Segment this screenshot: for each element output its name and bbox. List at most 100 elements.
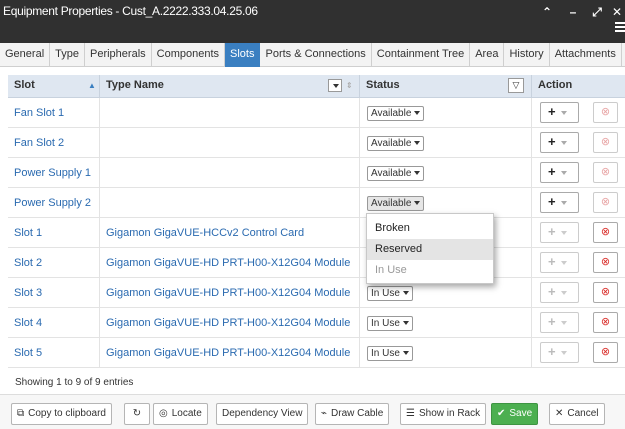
tab-type[interactable]: Type (50, 43, 85, 67)
type-name-link[interactable] (100, 158, 360, 188)
add-action-button[interactable]: + (540, 342, 579, 363)
type-name-link[interactable] (100, 188, 360, 218)
locate-button[interactable]: ◎ Locate (153, 403, 208, 425)
status-select-label: In Use (371, 288, 400, 299)
slot-name-link[interactable]: Slot 3 (8, 278, 100, 308)
table-row[interactable]: Slot 5 Gigamon GigaVUE-HD PRT-H00-X12G04 … (8, 338, 625, 368)
remove-circle-icon: ⊗ (600, 286, 611, 298)
refresh-button[interactable]: ↻ (124, 403, 150, 425)
column-menu-icon[interactable] (328, 79, 342, 92)
slot-name-link[interactable]: Slot 5 (8, 338, 100, 368)
caret-down-icon (414, 201, 421, 206)
table-row[interactable]: Fan Slot 2 Available + ⊗ (8, 128, 625, 158)
dependency-view-button[interactable]: Dependency View (216, 403, 309, 425)
delete-slot-button[interactable]: ⊗ (593, 312, 618, 333)
plus-icon: + (548, 284, 556, 299)
tab-slots[interactable]: Slots (225, 43, 261, 67)
add-action-button[interactable]: + (540, 192, 579, 213)
rack-icon: ☰ (406, 408, 415, 419)
tab-containment-tree[interactable]: Containment Tree (372, 43, 471, 67)
delete-slot-button[interactable]: ⊗ (593, 132, 618, 153)
delete-slot-button[interactable]: ⊗ (593, 192, 618, 213)
table-row[interactable]: Slot 1 Gigamon GigaVUE-HCCv2 Control Card… (8, 218, 625, 248)
draw-cable-button[interactable]: ⌁ Draw Cable (315, 403, 390, 425)
close-icon[interactable]: ✕ (610, 5, 624, 19)
status-select[interactable]: In Use (367, 286, 413, 301)
type-name-link[interactable] (100, 128, 360, 158)
add-action-button[interactable]: + (540, 312, 579, 333)
table-row[interactable]: Power Supply 1 Available + ⊗ (8, 158, 625, 188)
type-name-link[interactable]: Gigamon GigaVUE-HD PRT-H00-X12G04 Module (100, 308, 360, 338)
status-select[interactable]: In Use (367, 316, 413, 331)
add-action-button[interactable]: + (540, 252, 579, 273)
sort-both-icon[interactable]: ⇕ (346, 75, 353, 96)
status-select[interactable]: Available (367, 106, 425, 121)
remove-circle-icon: ⊗ (600, 256, 611, 268)
sort-asc-icon[interactable]: ▲ (88, 75, 96, 96)
type-name-link[interactable]: Gigamon GigaVUE-HCCv2 Control Card (100, 218, 360, 248)
minimize-icon[interactable]: – (566, 5, 580, 19)
header-status[interactable]: Status ▽ (360, 75, 532, 98)
caret-down-icon (414, 111, 421, 116)
header-slot[interactable]: Slot ▲ (8, 75, 100, 98)
slot-name-link[interactable]: Slot 1 (8, 218, 100, 248)
cable-icon: ⌁ (321, 408, 328, 419)
slot-name-link[interactable]: Power Supply 2 (8, 188, 100, 218)
chevron-up-icon[interactable]: ⌃ (540, 5, 554, 19)
add-action-button[interactable]: + (540, 102, 579, 123)
type-name-link[interactable] (100, 98, 360, 128)
caret-down-icon (560, 170, 567, 175)
slot-name-link[interactable]: Slot 2 (8, 248, 100, 278)
table-row[interactable]: Slot 4 Gigamon GigaVUE-HD PRT-H00-X12G04 … (8, 308, 625, 338)
tab-ports-connections[interactable]: Ports & Connections (260, 43, 372, 67)
delete-slot-button[interactable]: ⊗ (593, 252, 618, 273)
delete-slot-button[interactable]: ⊗ (593, 222, 618, 243)
status-select[interactable]: Available (367, 136, 425, 151)
caret-down-icon (560, 320, 567, 325)
add-action-button[interactable]: + (540, 162, 579, 183)
delete-slot-button[interactable]: ⊗ (593, 282, 618, 303)
status-dropdown-menu: Broken Reserved In Use (366, 213, 494, 284)
table-row[interactable]: Slot 3 Gigamon GigaVUE-HD PRT-H00-X12G04 … (8, 278, 625, 308)
status-select-label: Available (371, 198, 412, 209)
status-option-broken[interactable]: Broken (367, 218, 493, 239)
tab-attachments[interactable]: Attachments (550, 43, 622, 67)
header-type-name[interactable]: Type Name ⇕ (100, 75, 360, 98)
add-action-button[interactable]: + (540, 222, 579, 243)
hamburger-menu-icon[interactable] (615, 22, 625, 34)
plus-icon: + (548, 134, 556, 149)
filter-icon[interactable]: ▽ (508, 78, 524, 93)
delete-slot-button[interactable]: ⊗ (593, 102, 618, 123)
dialog-footer: ⧉ Copy to clipboard ↻ ◎ Locate Dependency … (0, 394, 625, 429)
cancel-button[interactable]: ✕ Cancel (549, 403, 605, 425)
table-header: Slot ▲ Type Name ⇕ Status ▽ Action (8, 75, 625, 98)
show-in-rack-button[interactable]: ☰ Show in Rack (400, 403, 487, 425)
expand-icon[interactable]: ⤢ (590, 5, 604, 19)
slot-name-link[interactable]: Slot 4 (8, 308, 100, 338)
remove-circle-icon: ⊗ (600, 316, 611, 328)
status-select[interactable]: In Use (367, 346, 413, 361)
add-action-button[interactable]: + (540, 282, 579, 303)
copy-to-clipboard-button[interactable]: ⧉ Copy to clipboard (11, 403, 112, 425)
table-row[interactable]: Slot 2 Gigamon GigaVUE-HD PRT-H00-X12G04 … (8, 248, 625, 278)
status-select[interactable]: Available (367, 196, 425, 211)
tab-components[interactable]: Components (152, 43, 226, 67)
tab-history[interactable]: History (504, 43, 550, 67)
status-select[interactable]: Available (367, 166, 425, 181)
slot-name-link[interactable]: Fan Slot 2 (8, 128, 100, 158)
type-name-link[interactable]: Gigamon GigaVUE-HD PRT-H00-X12G04 Module (100, 248, 360, 278)
slot-name-link[interactable]: Fan Slot 1 (8, 98, 100, 128)
tab-peripherals[interactable]: Peripherals (85, 43, 152, 67)
type-name-link[interactable]: Gigamon GigaVUE-HD PRT-H00-X12G04 Module (100, 338, 360, 368)
delete-slot-button[interactable]: ⊗ (593, 342, 618, 363)
add-action-button[interactable]: + (540, 132, 579, 153)
type-name-link[interactable]: Gigamon GigaVUE-HD PRT-H00-X12G04 Module (100, 278, 360, 308)
delete-slot-button[interactable]: ⊗ (593, 162, 618, 183)
tab-general[interactable]: General (0, 43, 51, 67)
table-row[interactable]: Fan Slot 1 Available + ⊗ (8, 98, 625, 128)
status-option-reserved[interactable]: Reserved (367, 239, 493, 260)
tab-area[interactable]: Area (470, 43, 505, 67)
slot-name-link[interactable]: Power Supply 1 (8, 158, 100, 188)
save-button[interactable]: ✔ Save (491, 403, 539, 425)
table-row[interactable]: Power Supply 2 Available + ⊗ (8, 188, 625, 218)
